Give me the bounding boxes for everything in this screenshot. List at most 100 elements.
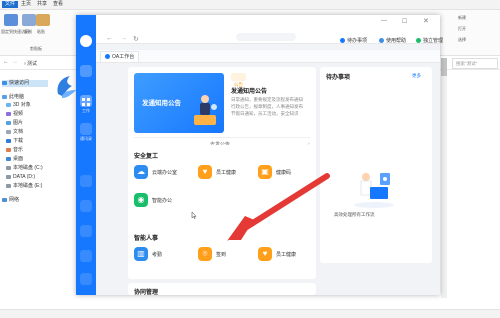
sidebar-item-work-label[interactable]: 工作 — [76, 108, 96, 114]
nav-item-drive-c[interactable]: 本地磁盘 (C:) — [6, 165, 43, 172]
explorer-scrollbar-thumb[interactable] — [441, 58, 447, 76]
divider — [134, 137, 310, 138]
nav-item-3d-objects[interactable]: 3D 对象 — [6, 102, 31, 109]
maximize-icon[interactable]: ☐ — [402, 18, 407, 25]
video-icon — [6, 111, 11, 116]
announcement-line: 行政公告，规章制度，人事通知发布 — [231, 104, 303, 109]
nav-item-drive-e[interactable]: 本地磁盘 (E:) — [6, 183, 42, 190]
more-icon[interactable] — [80, 273, 92, 285]
pin-icon[interactable] — [4, 14, 18, 26]
cloud-icon: ☁ — [134, 165, 148, 179]
grid-icon[interactable] — [80, 95, 92, 107]
nav-item-music[interactable]: 音乐 — [6, 147, 23, 154]
star-icon — [2, 80, 7, 85]
ribbon-open-label[interactable]: 打开 — [458, 26, 466, 32]
back-arrow-icon[interactable]: ← — [106, 35, 113, 42]
ribbon-new-label[interactable]: 新建 — [458, 15, 466, 21]
nav-item-drive-d[interactable]: DATA (D:) — [6, 174, 35, 181]
announcement-line: 节假日通知，员工活动，安全知识 — [231, 111, 299, 116]
app-name[interactable]: 考勤 — [152, 251, 162, 258]
paste-label: 粘贴 — [37, 29, 45, 34]
cube-icon — [6, 102, 11, 107]
minimize-icon[interactable]: — — [381, 18, 387, 24]
tab-oa-workbench[interactable]: OA工作台 — [100, 51, 140, 62]
app-cloud-office[interactable]: ☁ — [134, 165, 148, 179]
platform-icon — [416, 38, 421, 44]
app-employee-health[interactable]: ♥ — [198, 165, 212, 179]
app-name[interactable]: 云端办公室 — [152, 169, 177, 176]
address-path[interactable]: › 测试 — [24, 60, 37, 67]
clipboard-group-label: 剪贴板 — [30, 46, 42, 51]
oa-logo-icon — [105, 54, 110, 60]
nav-item-quick-access[interactable]: 快速访问 — [2, 80, 48, 87]
app-check-in[interactable]: ⌾ — [198, 247, 212, 261]
paste-icon[interactable] — [36, 14, 50, 26]
close-icon[interactable]: ✕ — [423, 17, 429, 25]
document-icon[interactable] — [80, 200, 92, 212]
nav-item-this-pc[interactable]: 此电脑 — [2, 94, 24, 101]
sidebar-item-contacts-label[interactable]: 通讯录 — [76, 136, 96, 142]
drive-icon — [6, 165, 11, 170]
platform-button[interactable]: 独立管理 — [416, 37, 443, 44]
empty-todo-illustration-icon — [354, 173, 394, 208]
nav-item-downloads[interactable]: 下载 — [6, 138, 23, 145]
oa-topbar: ← → ↻ 待办事项 使用帮助 独立管理 — ☐ ✕ — [96, 15, 443, 44]
todo-panel: 待办事项 更多 高效处理所有工作流 — [320, 67, 432, 263]
drive-icon — [6, 174, 11, 179]
explorer-menubar: 文件 主页 共享 查看 — [0, 0, 500, 10]
avatar[interactable] — [80, 35, 92, 47]
explorer-scrollbar[interactable] — [441, 58, 447, 298]
app-attendance[interactable]: ▥ — [134, 247, 148, 261]
help-button[interactable]: 使用帮助 — [379, 37, 406, 44]
app-name[interactable]: 签到 — [216, 251, 226, 258]
picture-icon — [6, 120, 11, 125]
desktop-icon — [6, 156, 11, 161]
sidebar-message-icon[interactable] — [80, 65, 92, 77]
announcement-line: 日常通知，重要规定及流程发布通知 — [231, 97, 303, 102]
nav-item-pictures[interactable]: 图片 — [6, 120, 23, 127]
section-card-collab: 协同管理 — [128, 283, 316, 296]
smart-office-icon: ◉ — [134, 193, 148, 207]
annotation-arrow — [227, 173, 330, 241]
network-icon — [2, 197, 7, 202]
nav-item-desktop[interactable]: 桌面 — [6, 156, 23, 163]
ribbon-select-label[interactable]: 选择 — [458, 37, 466, 43]
oa-tab-strip: OA工作台 — [96, 50, 440, 63]
contacts-icon[interactable] — [80, 123, 92, 135]
nav-item-documents[interactable]: 文档 — [6, 129, 23, 136]
nav-item-videos[interactable]: 视频 — [6, 111, 23, 118]
location-pin-icon: ⌾ — [198, 247, 212, 261]
todo-button[interactable]: 待办事项 — [340, 37, 367, 44]
todo-icon — [340, 38, 345, 44]
todo-empty-text: 高效处理所有工作流 — [334, 212, 375, 217]
bell-icon[interactable] — [80, 250, 92, 262]
banner-text: 发通知用公告 — [142, 100, 181, 107]
app-name[interactable]: 员工健康 — [276, 251, 296, 258]
phone-icon[interactable] — [80, 225, 92, 237]
calendar-icon[interactable] — [80, 175, 92, 187]
announcement-title: 发通知用公告 — [231, 89, 268, 95]
document-icon — [6, 129, 11, 134]
nav-item-network[interactable]: 网络 — [2, 197, 19, 204]
ribbon-tab-view[interactable]: 查看 — [50, 1, 66, 8]
bird-logo-icon — [57, 76, 76, 98]
music-icon — [6, 147, 11, 152]
ribbon-tab-home[interactable]: 主页 — [18, 1, 34, 8]
app-name[interactable]: 智能办公 — [152, 197, 172, 204]
announcement-banner[interactable]: 发通知用公告 — [134, 73, 224, 133]
announcement-card: 发通知用公告 公告 发通知用公告 日常通知，重要规定及流程发布通知 行政公告，规… — [128, 67, 316, 150]
app-smart-office[interactable]: ◉ — [134, 193, 148, 207]
ribbon-tab-share[interactable]: 共享 — [34, 1, 50, 8]
ribbon-tab-file[interactable]: 文件 — [2, 1, 19, 8]
refresh-icon[interactable]: ↻ — [133, 35, 139, 43]
forward-arrow-icon[interactable]: → — [120, 35, 127, 42]
computer-icon — [2, 94, 7, 99]
section-title: 协同管理 — [134, 290, 159, 296]
todo-more-link[interactable]: 更多 — [412, 73, 421, 79]
oa-sidebar: 工作 通讯录 — [76, 15, 96, 295]
back-arrow-icon[interactable]: ← — [3, 59, 9, 65]
search-input[interactable]: 搜索"测试" — [452, 58, 498, 69]
forward-arrow-icon[interactable]: → — [12, 59, 18, 65]
copy-icon[interactable] — [22, 14, 36, 26]
search-input[interactable] — [236, 33, 296, 41]
